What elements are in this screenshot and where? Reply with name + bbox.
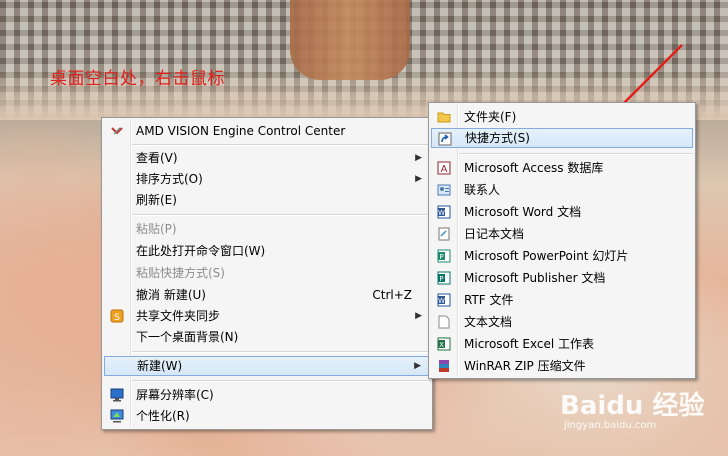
- contact-icon: [437, 184, 451, 196]
- baidu-watermark: Baidu 经验 jingyan.baidu.com: [560, 385, 704, 431]
- menu-item-paste[interactable]: 粘贴(P): [104, 219, 430, 239]
- menu-item-label: 撤消 新建(U): [136, 288, 206, 302]
- desktop-context-menu: AMD VISION Engine Control Center 查看(V) ▶…: [101, 117, 433, 430]
- menu-item-label: Microsoft Access 数据库: [464, 161, 604, 175]
- submenu-item-rtf[interactable]: W RTF 文件: [431, 290, 693, 310]
- menu-item-undo[interactable]: 撤消 新建(U) Ctrl+Z: [104, 285, 430, 305]
- menu-item-label: 屏幕分辨率(C): [136, 388, 214, 402]
- watermark-logo: Baidu 经验: [560, 391, 705, 421]
- monitor-icon: [110, 388, 124, 402]
- submenu-item-journal[interactable]: 日记本文档: [431, 224, 693, 244]
- menu-separator: [132, 144, 430, 146]
- menu-separator: [132, 214, 430, 216]
- powerpoint-icon: P: [437, 249, 451, 263]
- menu-item-label: WinRAR ZIP 压缩文件: [464, 359, 586, 373]
- submenu-arrow-icon: ▶: [414, 361, 421, 371]
- submenu-item-text[interactable]: 文本文档: [431, 312, 693, 332]
- menu-item-label: Microsoft Word 文档: [464, 205, 582, 219]
- shortcut-icon: [438, 132, 452, 146]
- menu-item-label: 快捷方式(S): [465, 131, 530, 145]
- menu-item-label: 联系人: [464, 183, 501, 197]
- menu-item-shared-folder-sync[interactable]: S 共享文件夹同步 ▶: [104, 306, 430, 326]
- menu-item-paste-shortcut[interactable]: 粘贴快捷方式(S): [104, 263, 430, 283]
- folder-icon: [437, 112, 451, 123]
- word-icon: W: [437, 205, 451, 219]
- svg-text:P: P: [439, 275, 443, 283]
- svg-text:W: W: [438, 209, 445, 217]
- rtf-icon: W: [437, 293, 451, 307]
- winrar-icon: [439, 360, 449, 372]
- menu-item-label: Microsoft PowerPoint 幻灯片: [464, 249, 629, 263]
- menu-item-view[interactable]: 查看(V) ▶: [104, 148, 430, 168]
- svg-text:X: X: [439, 341, 444, 349]
- menu-item-label: 刷新(E): [136, 193, 177, 207]
- publisher-icon: P: [437, 271, 451, 285]
- menu-item-label: 排序方式(O): [136, 172, 203, 186]
- sync-icon: S: [110, 309, 124, 323]
- text-icon: [438, 315, 450, 329]
- submenu-arrow-icon: ▶: [415, 174, 422, 184]
- submenu-item-excel[interactable]: X Microsoft Excel 工作表: [431, 334, 693, 354]
- submenu-item-powerpoint[interactable]: P Microsoft PowerPoint 幻灯片: [431, 246, 693, 266]
- submenu-item-access[interactable]: A Microsoft Access 数据库: [431, 158, 693, 178]
- menu-item-label: 在此处打开命令窗口(W): [136, 244, 266, 258]
- submenu-item-shortcut[interactable]: 快捷方式(S): [431, 128, 693, 148]
- menu-item-label: 日记本文档: [464, 227, 525, 241]
- submenu-arrow-icon: ▶: [415, 311, 422, 321]
- submenu-item-contact[interactable]: 联系人: [431, 180, 693, 200]
- menu-separator: [132, 380, 430, 382]
- menu-item-next-background[interactable]: 下一个桌面背景(N): [104, 327, 430, 347]
- menu-item-label: 查看(V): [136, 151, 178, 165]
- menu-item-label: AMD VISION Engine Control Center: [136, 124, 346, 138]
- submenu-item-word[interactable]: W Microsoft Word 文档: [431, 202, 693, 222]
- menu-item-label: 共享文件夹同步: [136, 309, 221, 323]
- personalize-icon: [110, 409, 124, 423]
- submenu-arrow-icon: ▶: [415, 153, 422, 163]
- menu-item-label: 文件夹(F): [464, 110, 517, 124]
- svg-text:W: W: [438, 297, 445, 305]
- menu-item-label: Microsoft Excel 工作表: [464, 337, 595, 351]
- svg-text:P: P: [439, 253, 443, 261]
- menu-item-label: 下一个桌面背景(N): [136, 330, 239, 344]
- menu-item-new[interactable]: 新建(W) ▶: [104, 356, 430, 376]
- submenu-item-publisher[interactable]: P Microsoft Publisher 文档: [431, 268, 693, 288]
- menu-item-label: 粘贴快捷方式(S): [136, 266, 225, 280]
- menu-separator: [459, 153, 693, 155]
- shortcut-text: Ctrl+Z: [372, 288, 412, 302]
- menu-item-amd-vision[interactable]: AMD VISION Engine Control Center: [104, 121, 430, 141]
- menu-item-refresh[interactable]: 刷新(E): [104, 190, 430, 210]
- amd-icon: [111, 127, 123, 135]
- menu-item-screen-resolution[interactable]: 屏幕分辨率(C): [104, 385, 430, 405]
- menu-item-personalize[interactable]: 个性化(R): [104, 406, 430, 426]
- menu-item-label: 新建(W): [137, 359, 183, 373]
- menu-item-sort[interactable]: 排序方式(O) ▶: [104, 169, 430, 189]
- svg-text:S: S: [114, 313, 120, 323]
- menu-separator: [132, 351, 430, 353]
- submenu-item-folder[interactable]: 文件夹(F): [431, 107, 693, 127]
- new-submenu: 文件夹(F) 快捷方式(S) A Microsoft Access 数据库 联系…: [428, 102, 696, 379]
- svg-text:A: A: [441, 164, 448, 175]
- excel-icon: X: [437, 337, 451, 351]
- menu-item-open-cmd[interactable]: 在此处打开命令窗口(W): [104, 241, 430, 261]
- submenu-item-winrar[interactable]: WinRAR ZIP 压缩文件: [431, 356, 693, 376]
- menu-item-label: 个性化(R): [136, 409, 190, 423]
- menu-item-label: RTF 文件: [464, 293, 514, 307]
- journal-icon: [438, 227, 450, 241]
- menu-item-label: 粘贴(P): [136, 222, 177, 236]
- menu-item-label: 文本文档: [464, 315, 513, 329]
- menu-item-label: Microsoft Publisher 文档: [464, 271, 606, 285]
- access-icon: A: [437, 161, 451, 175]
